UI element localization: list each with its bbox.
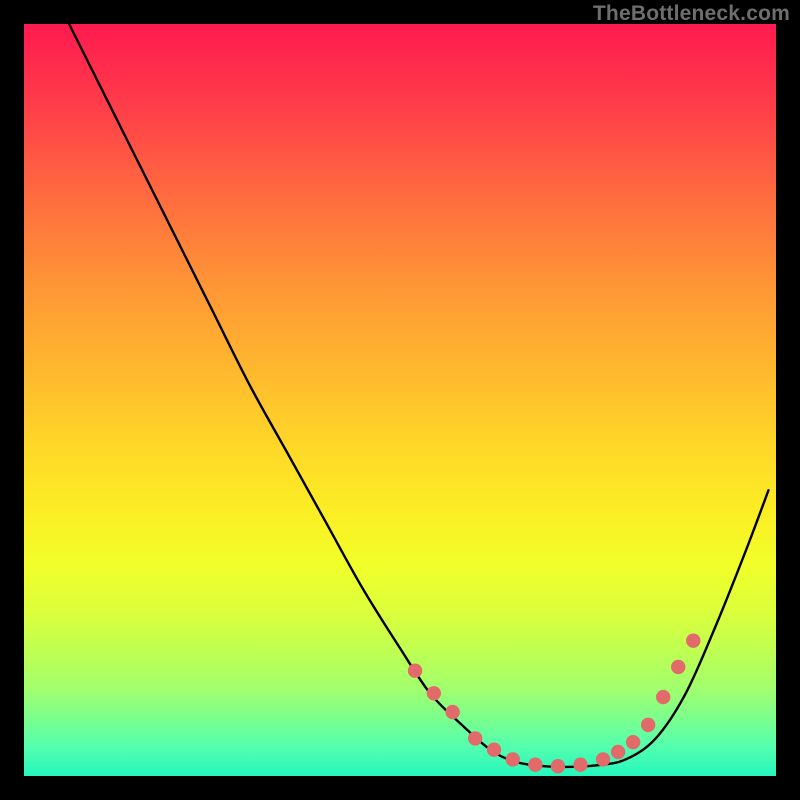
data-dot: [573, 758, 587, 772]
data-dot: [671, 660, 685, 674]
data-dot: [611, 745, 625, 759]
data-dot: [551, 759, 565, 773]
data-dot: [641, 718, 655, 732]
data-dot: [468, 731, 482, 745]
data-dot: [506, 752, 520, 766]
data-dot: [408, 664, 422, 678]
chart-svg: [24, 24, 776, 776]
data-dot: [487, 742, 501, 756]
watermark-text: TheBottleneck.com: [593, 2, 790, 26]
chart-frame: [24, 24, 776, 776]
chart-content: [69, 24, 768, 773]
bottleneck-curve: [69, 24, 768, 767]
data-dot: [656, 690, 670, 704]
data-dot: [528, 758, 542, 772]
data-dot: [596, 752, 610, 766]
data-dot: [686, 633, 700, 647]
data-dot: [626, 735, 640, 749]
plot-area: [24, 24, 776, 776]
data-dot: [427, 686, 441, 700]
data-dot: [445, 705, 459, 719]
